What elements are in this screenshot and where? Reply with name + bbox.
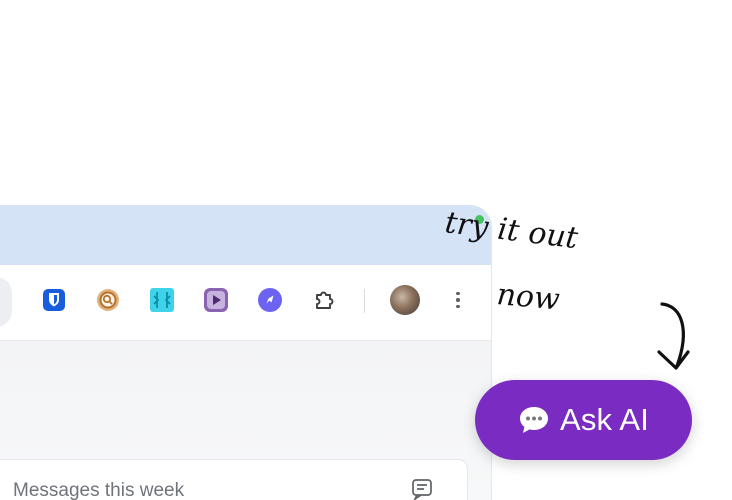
magnifier-extension-icon[interactable]: [95, 287, 121, 313]
rocket-extension-icon[interactable]: [257, 287, 283, 313]
handwritten-note: try it out now: [444, 205, 581, 317]
browser-window: Messages this week: [0, 205, 492, 500]
avatar[interactable]: [390, 285, 420, 315]
ask-ai-label: Ask AI: [559, 402, 650, 437]
tab-strip: [0, 205, 491, 265]
message-icon[interactable]: [411, 478, 433, 500]
arrow-down-icon: [657, 302, 690, 370]
chat-bubble-icon: [519, 407, 548, 433]
puzzle-icon[interactable]: [311, 287, 337, 313]
address-bar[interactable]: [0, 277, 12, 327]
browser-toolbar: [0, 265, 491, 341]
note-line-1: try it out: [444, 205, 581, 256]
video-play-extension-icon[interactable]: [203, 287, 229, 313]
bitwarden-icon[interactable]: [41, 287, 67, 313]
messages-card: Messages this week: [0, 459, 468, 500]
toolbar-divider: [364, 289, 365, 313]
page-content: Messages this week: [0, 341, 491, 500]
grid-extension-icon[interactable]: [149, 287, 175, 313]
card-title: Messages this week: [13, 480, 185, 500]
ask-ai-button[interactable]: Ask AI: [475, 380, 692, 460]
note-line-2: now: [495, 277, 561, 317]
